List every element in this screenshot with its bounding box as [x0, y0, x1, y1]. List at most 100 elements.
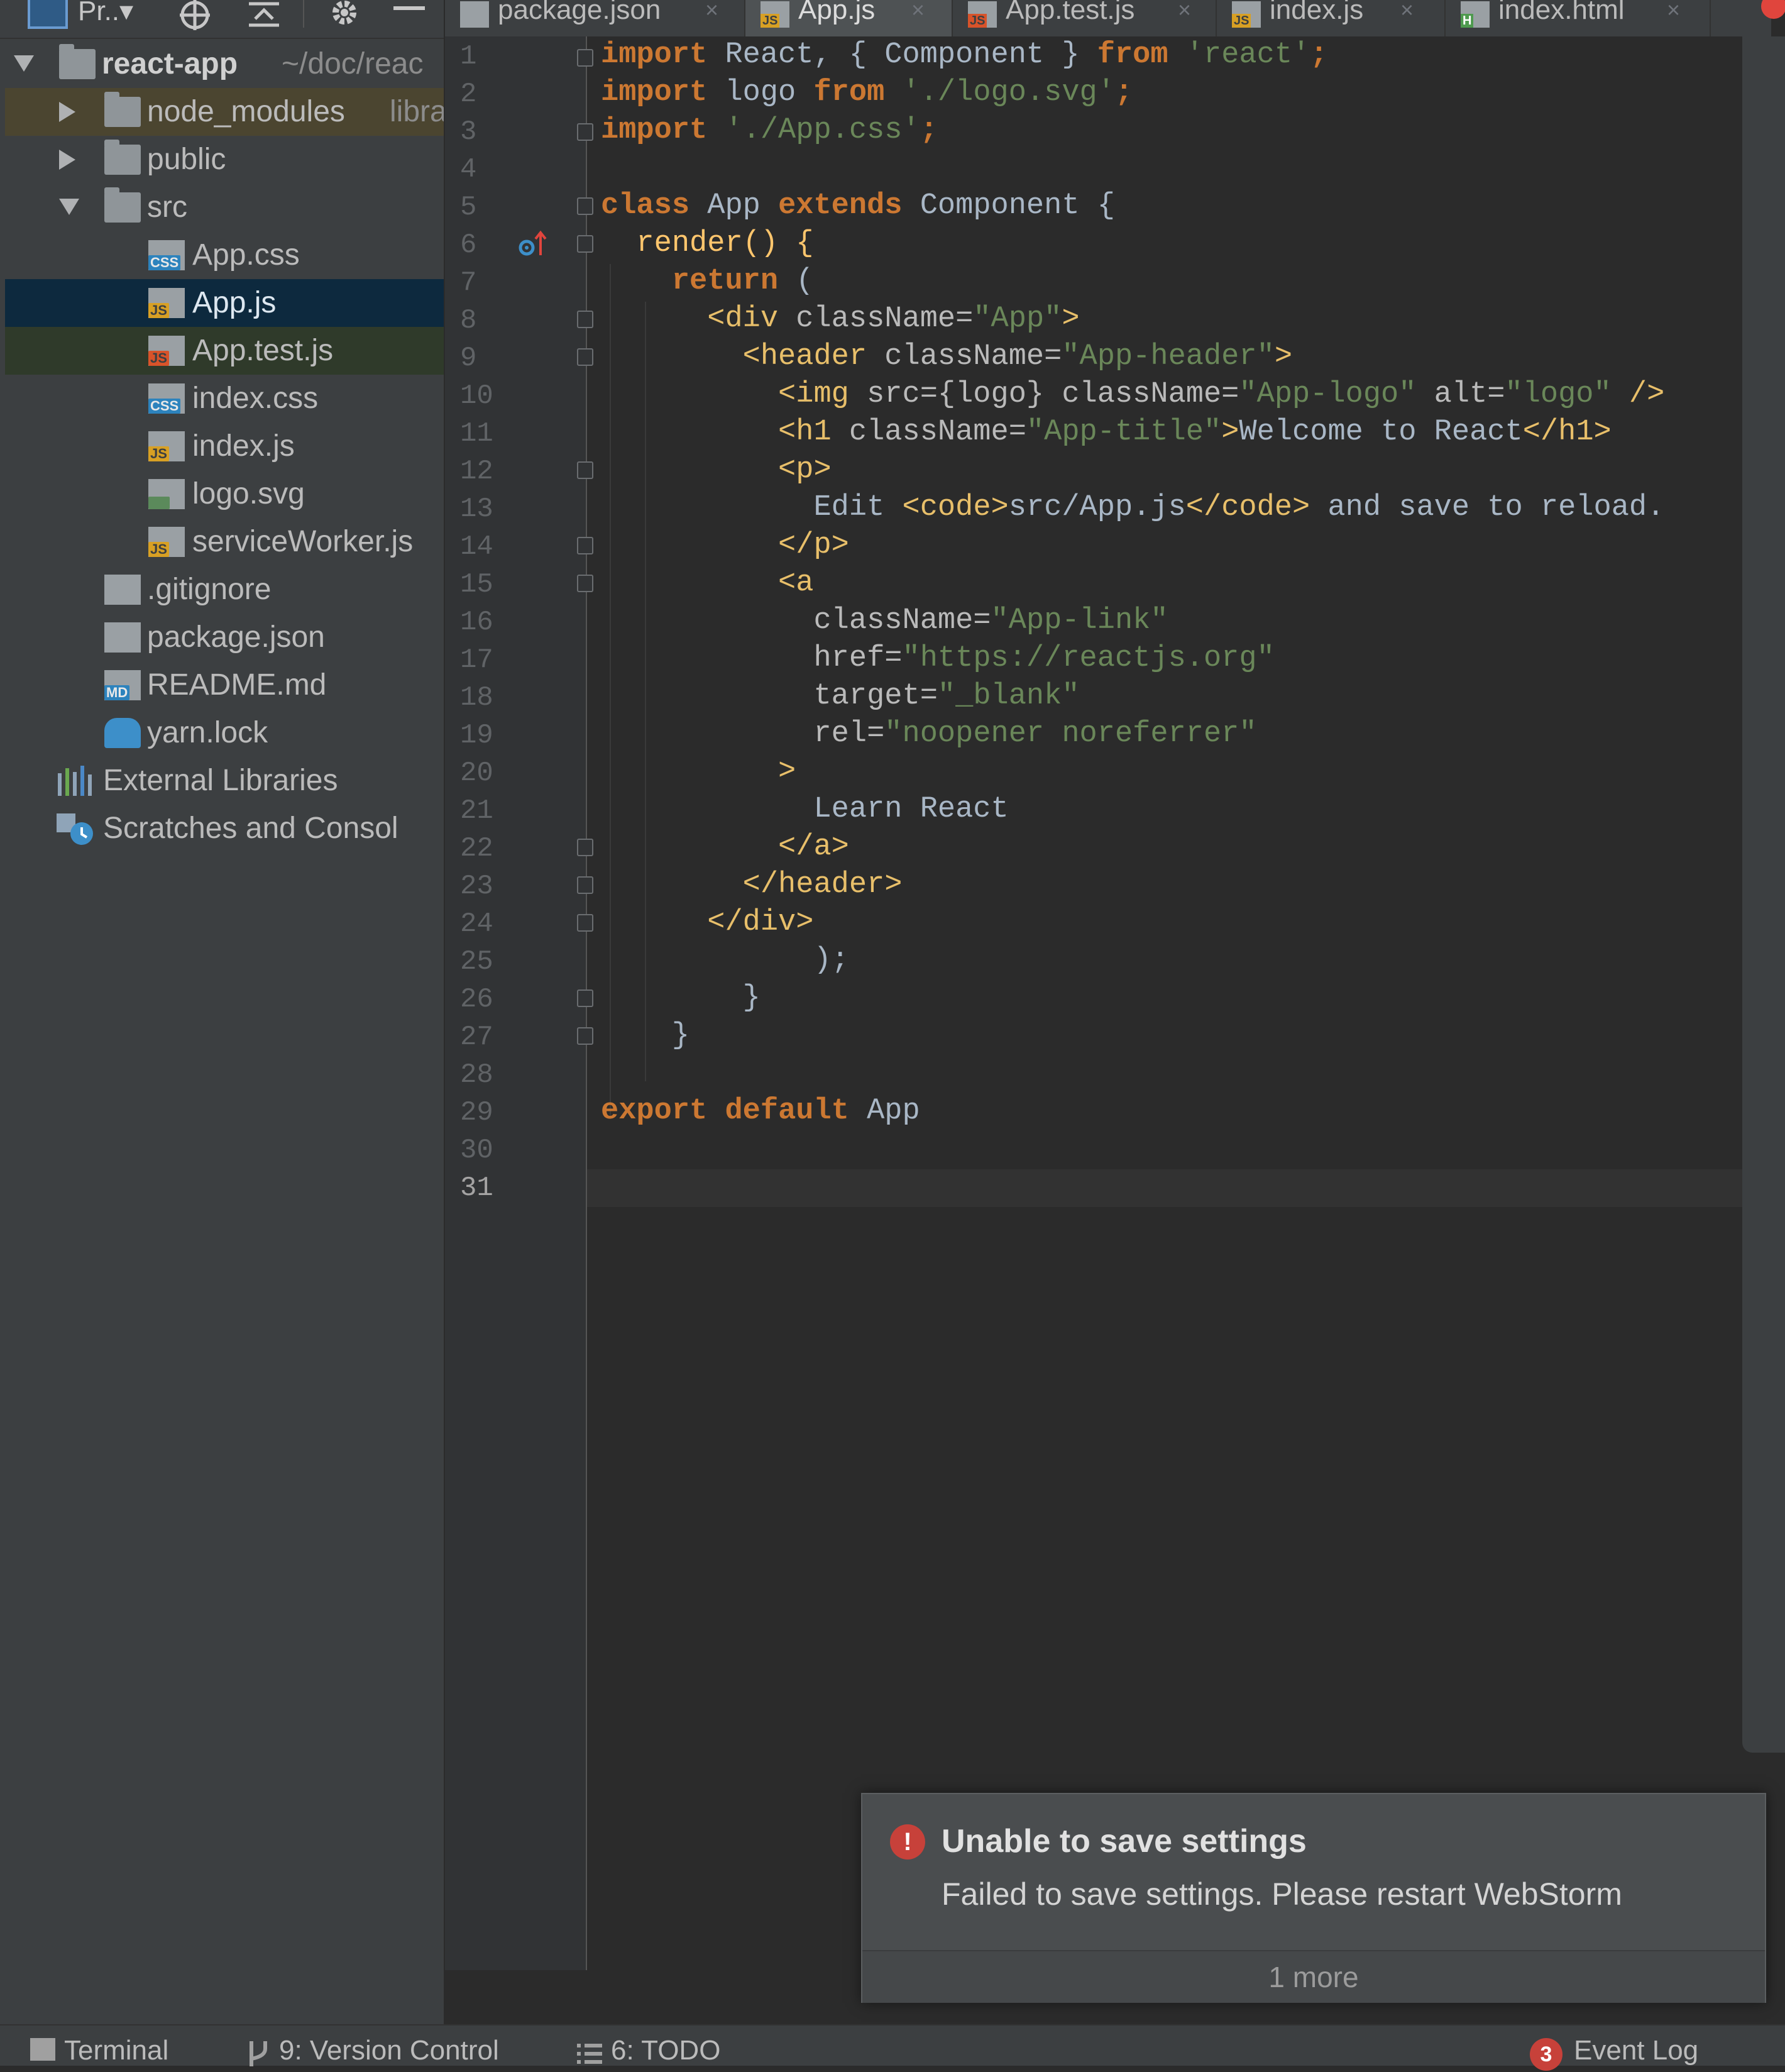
js-file-icon: JS — [148, 431, 185, 461]
tree-item-index-css[interactable]: CSS index.css — [5, 375, 445, 422]
tree-item-scratches[interactable]: Scratches and Consol — [5, 805, 445, 852]
tree-item-src[interactable]: src — [5, 184, 445, 231]
code-editor[interactable]: 1 2 3 4 5 6 7 8 9 10 11 12 13 14 15 16 1… — [445, 36, 1742, 1970]
close-icon[interactable]: × — [1667, 0, 1680, 29]
expand-arrow-icon[interactable] — [14, 55, 34, 72]
line-number: 22 — [460, 833, 493, 864]
close-icon[interactable]: × — [1400, 0, 1414, 29]
close-icon[interactable]: × — [911, 0, 925, 29]
tree-item-serviceworker-js[interactable]: JS serviceWorker.js — [5, 518, 445, 566]
tab-app-js[interactable]: JS App.js × — [745, 0, 953, 40]
fold-marker-icon[interactable] — [577, 197, 593, 215]
code-line: target="_blank" — [813, 680, 1080, 713]
json-file-icon — [104, 622, 141, 653]
code-line: </a> — [778, 830, 849, 864]
tree-item-label: .gitignore — [147, 573, 272, 606]
expand-arrow-icon[interactable] — [59, 199, 79, 215]
locate-icon[interactable] — [177, 0, 212, 30]
fold-marker-icon[interactable] — [577, 876, 593, 894]
editor-scrollbar[interactable] — [1742, 36, 1785, 1753]
code-line: class App extends Component { — [601, 189, 1115, 223]
tree-item-gitignore[interactable]: .gitignore — [5, 566, 445, 614]
fold-marker-icon[interactable] — [577, 311, 593, 328]
tab-index-js[interactable]: JS index.js × — [1217, 0, 1446, 36]
tree-item-package-json[interactable]: package.json — [5, 614, 445, 661]
tree-item-label: index.js — [192, 429, 295, 463]
project-view-label[interactable]: Pr..▾ — [78, 0, 133, 30]
version-control-label: 9: Version Control — [279, 2035, 499, 2066]
notification-title: Unable to save settings — [942, 1823, 1307, 1860]
fold-marker-icon[interactable] — [577, 49, 593, 67]
fold-marker-icon[interactable] — [577, 914, 593, 932]
fold-marker-icon[interactable] — [577, 1027, 593, 1045]
todo-button[interactable]: 6: TODO — [577, 2031, 720, 2071]
terminal-label: Terminal — [64, 2035, 169, 2066]
tree-item-external-libraries[interactable]: External Libraries — [5, 757, 445, 805]
fold-marker-icon[interactable] — [577, 575, 593, 592]
tab-app-test-js[interactable]: JS App.test.js × — [953, 0, 1217, 36]
tree-item-label: package.json — [147, 620, 325, 654]
folder-icon — [104, 92, 141, 127]
code-line: </header> — [742, 868, 903, 901]
line-number: 4 — [460, 154, 477, 185]
fold-marker-icon[interactable] — [577, 348, 593, 366]
tree-item-label: index.css — [192, 382, 319, 415]
fold-marker-icon[interactable] — [577, 123, 593, 141]
collapse-all-icon[interactable] — [246, 0, 282, 30]
fold-marker-icon[interactable] — [577, 989, 593, 1007]
more-notifications-link[interactable]: 1 more — [862, 1950, 1765, 2003]
project-panel: Pr..▾ react-app ~/doc/reac node_modules — [0, 0, 445, 2024]
tree-item-node-modules[interactable]: node_modules libra — [5, 88, 445, 136]
tab-index-html[interactable]: H index.html × — [1446, 0, 1711, 36]
code-line: <a — [778, 566, 814, 600]
line-number: 30 — [460, 1135, 493, 1166]
tree-root-react-app[interactable]: react-app ~/doc/reac — [5, 40, 445, 88]
code-line: } — [671, 1019, 690, 1052]
code-line: ); — [813, 944, 849, 977]
tree-item-label: logo.svg — [192, 477, 305, 510]
gear-icon[interactable] — [327, 0, 362, 30]
version-control-button[interactable]: 9: Version Control — [246, 2031, 499, 2071]
tree-item-readme-md[interactable]: MD README.md — [5, 661, 445, 709]
line-number: 12 — [460, 456, 493, 487]
markdown-file-icon: MD — [104, 670, 141, 700]
code-line: <header className="App-header"> — [742, 340, 1293, 373]
text-file-icon — [104, 575, 141, 605]
project-view-icon[interactable] — [28, 0, 68, 29]
terminal-button[interactable]: Terminal — [30, 2031, 168, 2071]
tree-item-index-js[interactable]: JS index.js — [5, 422, 445, 470]
tree-item-public[interactable]: public — [5, 136, 445, 184]
tree-item-app-css[interactable]: CSS App.css — [5, 231, 445, 279]
line-number: 27 — [460, 1022, 493, 1053]
line-number: 20 — [460, 758, 493, 789]
close-icon[interactable]: × — [1178, 0, 1191, 29]
tree-item-app-js[interactable]: JS App.js — [5, 279, 445, 327]
collapsed-arrow-icon[interactable] — [59, 150, 75, 170]
fold-marker-icon[interactable] — [577, 537, 593, 554]
tab-package-json[interactable]: package.json × — [445, 0, 745, 36]
scratches-icon — [57, 813, 93, 845]
tree-item-app-test-js[interactable]: JS App.test.js — [5, 327, 445, 375]
tree-item-logo-svg[interactable]: logo.svg — [5, 470, 445, 518]
fold-marker-icon[interactable] — [577, 461, 593, 479]
js-file-icon: JS — [1232, 1, 1261, 28]
collapsed-arrow-icon[interactable] — [59, 102, 75, 122]
fold-marker-icon[interactable] — [577, 235, 593, 253]
event-log-button[interactable]: Event Log — [1574, 2031, 1698, 2071]
line-number: 15 — [460, 569, 493, 600]
folder-icon — [104, 140, 141, 175]
notification-balloon[interactable]: ! Unable to save settings Failed to save… — [861, 1793, 1766, 2003]
override-method-icon[interactable] — [518, 230, 547, 259]
line-number: 28 — [460, 1059, 493, 1091]
tree-item-yarn-lock[interactable]: yarn.lock — [5, 709, 445, 757]
fold-marker-icon[interactable] — [577, 839, 593, 856]
code-line: rel="noopener noreferrer" — [813, 717, 1257, 751]
line-number: 29 — [460, 1097, 493, 1128]
close-icon[interactable]: × — [705, 0, 718, 29]
line-number: 24 — [460, 908, 493, 940]
css-file-icon: CSS — [148, 383, 185, 414]
hide-panel-icon[interactable] — [393, 0, 425, 30]
code-line: render() { — [636, 227, 814, 260]
line-number: 18 — [460, 682, 493, 714]
tree-item-label: serviceWorker.js — [192, 525, 414, 558]
